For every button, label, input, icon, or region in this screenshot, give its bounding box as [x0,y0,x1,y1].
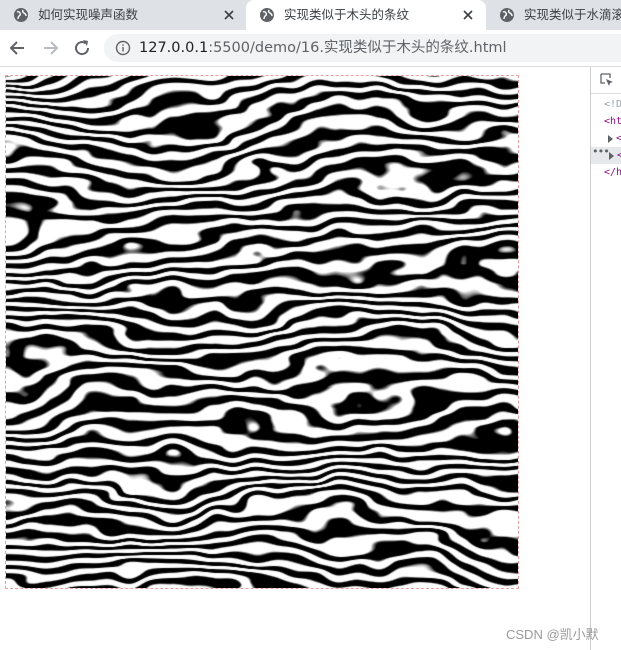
info-icon[interactable] [115,40,131,56]
globe-icon [500,8,514,22]
url-path: :5500/demo/16.实现类似于木头的条纹.html [208,40,507,56]
reload-icon[interactable] [72,38,92,58]
address-bar[interactable]: 127.0.0.1:5500/demo/16.实现类似于木头的条纹.html [104,34,621,62]
globe-icon [260,8,274,22]
forward-arrow-icon[interactable] [40,38,60,58]
wood-grain-canvas [5,75,519,589]
expand-triangle-icon[interactable] [609,152,614,160]
dom-line-html-close[interactable]: </h [591,164,621,181]
watermark: CSDN @凯小默 [506,627,599,642]
browser-toolbar: 127.0.0.1:5500/demo/16.实现类似于木头的条纹.html [0,30,621,67]
devtools-panel: <!D <ht < ••• < </h [590,67,621,650]
tab-water-drop[interactable]: 实现类似于水滴滚动 [486,0,621,30]
dom-line-body[interactable]: ••• < [591,145,621,164]
tab-title: 实现类似于水滴滚动 [524,7,621,22]
url-host: 127.0.0.1 [139,40,209,56]
tab-noise-function[interactable]: 如何实现噪声函数 [0,0,244,30]
url-text[interactable]: 127.0.0.1:5500/demo/16.实现类似于木头的条纹.html [139,39,507,57]
inspect-element-icon[interactable] [600,73,614,87]
tab-strip: 如何实现噪声函数 实现类似于木头的条纹 实现类似于水滴滚动 [0,0,621,30]
globe-icon [14,8,28,22]
tab-title: 实现类似于木头的条纹 [284,7,410,22]
close-icon[interactable] [461,8,475,22]
close-icon[interactable] [222,8,236,22]
more-dots-icon[interactable]: ••• [592,143,610,160]
tab-wood-stripes[interactable]: 实现类似于木头的条纹 [246,0,486,30]
dom-line-doctype[interactable]: <!D [591,96,621,113]
back-arrow-icon[interactable] [8,38,28,58]
tab-title: 如何实现噪声函数 [38,7,139,22]
dom-line-html[interactable]: <ht [591,113,621,130]
devtools-toolbar [591,67,621,94]
page-viewport [0,67,590,650]
expand-triangle-icon[interactable] [608,135,613,143]
